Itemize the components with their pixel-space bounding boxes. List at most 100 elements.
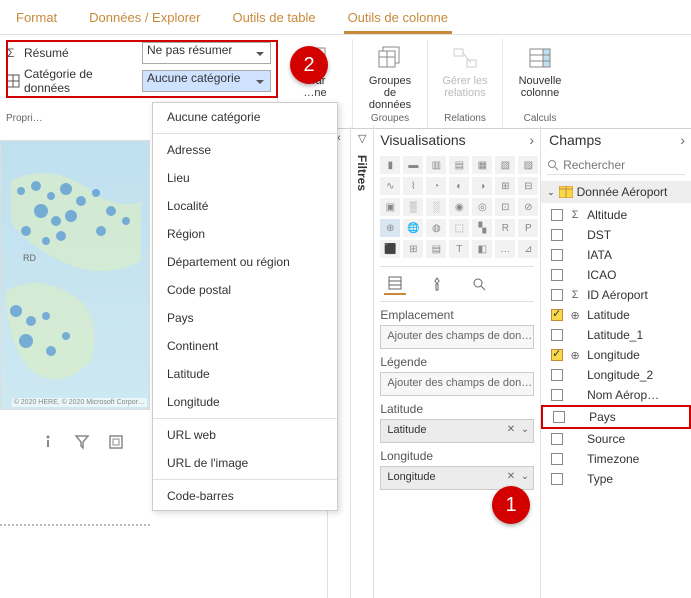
field-checkbox[interactable] bbox=[551, 309, 563, 321]
viz-type-16[interactable]: ░ bbox=[426, 198, 446, 216]
viz-type-7[interactable]: ∿ bbox=[380, 177, 400, 195]
viz-type-22[interactable]: 🌐 bbox=[403, 219, 423, 237]
info-icon[interactable] bbox=[40, 434, 56, 450]
dropdown-item-code-barres[interactable]: Code-barres bbox=[153, 482, 337, 510]
viz-type-28[interactable]: ⬛ bbox=[380, 240, 400, 258]
dropdown-item-adresse[interactable]: Adresse bbox=[153, 136, 337, 164]
viz-type-8[interactable]: ⌇ bbox=[403, 177, 423, 195]
field-timezone[interactable]: Timezone bbox=[541, 449, 691, 469]
field-checkbox[interactable] bbox=[551, 329, 563, 341]
analytics-tab[interactable] bbox=[468, 273, 490, 295]
viz-type-19[interactable]: ⊡ bbox=[495, 198, 515, 216]
fields-search[interactable]: Rechercher bbox=[547, 156, 685, 175]
dropdown-item-url-web[interactable]: URL web bbox=[153, 421, 337, 449]
field-checkbox[interactable] bbox=[551, 453, 563, 465]
field-checkbox[interactable] bbox=[551, 289, 563, 301]
viz-type-31[interactable]: T bbox=[449, 240, 469, 258]
field-checkbox[interactable] bbox=[551, 369, 563, 381]
viz-type-20[interactable]: ⊘ bbox=[518, 198, 538, 216]
field-longitude-[interactable]: Longitude_2 bbox=[541, 365, 691, 385]
viz-type-34[interactable]: ⊿ bbox=[518, 240, 538, 258]
viz-type-1[interactable]: ▬ bbox=[403, 156, 423, 174]
field-latitude[interactable]: ⊕Latitude bbox=[541, 305, 691, 325]
viz-type-11[interactable]: ◑ bbox=[472, 177, 492, 195]
new-column-button[interactable]: Nouvelle colonne bbox=[511, 41, 569, 101]
viz-type-2[interactable]: ▥ bbox=[426, 156, 446, 174]
emplacement-well[interactable]: Ajouter des champs de don… bbox=[380, 325, 534, 349]
filters-rail[interactable]: ▽ Filtres bbox=[350, 126, 373, 598]
field-nom-a-rop-[interactable]: Nom Aérop… bbox=[541, 385, 691, 405]
viz-type-6[interactable]: ▨ bbox=[518, 156, 538, 174]
viz-type-29[interactable]: ⊞ bbox=[403, 240, 423, 258]
focus-icon[interactable] bbox=[108, 434, 124, 450]
viz-type-26[interactable]: R bbox=[495, 219, 515, 237]
field-checkbox[interactable] bbox=[551, 433, 563, 445]
format-tab[interactable] bbox=[426, 273, 448, 295]
close-icon[interactable]: ✕ bbox=[507, 471, 515, 482]
field-checkbox[interactable] bbox=[551, 249, 563, 261]
field-longitude[interactable]: ⊕Longitude bbox=[541, 345, 691, 365]
viz-type-14[interactable]: ▣ bbox=[380, 198, 400, 216]
viz-type-5[interactable]: ▧ bbox=[495, 156, 515, 174]
dropdown-item-pays[interactable]: Pays bbox=[153, 304, 337, 332]
viz-type-30[interactable]: ▤ bbox=[426, 240, 446, 258]
tab-data-explore[interactable]: Données / Explorer bbox=[85, 4, 204, 34]
chevron-right-icon[interactable]: › bbox=[680, 132, 685, 148]
data-groups-button[interactable]: Groupes de données bbox=[361, 41, 419, 113]
table-header[interactable]: ⌄ Donnée Aéroport bbox=[541, 181, 691, 203]
field-checkbox[interactable] bbox=[551, 473, 563, 485]
tab-table-tools[interactable]: Outils de table bbox=[228, 4, 319, 34]
field-type[interactable]: Type bbox=[541, 469, 691, 489]
dropdown-item-r-gion[interactable]: Région bbox=[153, 220, 337, 248]
field-checkbox[interactable] bbox=[551, 269, 563, 281]
chevron-right-icon[interactable]: › bbox=[529, 132, 534, 148]
field-checkbox[interactable] bbox=[551, 349, 563, 361]
latitude-well[interactable]: Latitude✕⌄ bbox=[380, 419, 534, 443]
legende-well[interactable]: Ajouter des champs de don… bbox=[380, 372, 534, 396]
dropdown-item-code-postal[interactable]: Code postal bbox=[153, 276, 337, 304]
field-icao[interactable]: ICAO bbox=[541, 265, 691, 285]
viz-type-17[interactable]: ◉ bbox=[449, 198, 469, 216]
map-visual[interactable]: RD © 2020 HERE, © 2020 Microsoft Corpor… bbox=[0, 140, 150, 410]
chevron-down-icon[interactable]: ⌄ bbox=[521, 471, 529, 482]
viz-type-15[interactable]: ▒ bbox=[403, 198, 423, 216]
dropdown-item-lieu[interactable]: Lieu bbox=[153, 164, 337, 192]
viz-type-32[interactable]: ◧ bbox=[472, 240, 492, 258]
dropdown-item-url-de-l-image[interactable]: URL de l'image bbox=[153, 449, 337, 477]
field-iata[interactable]: IATA bbox=[541, 245, 691, 265]
dropdown-item-latitude[interactable]: Latitude bbox=[153, 360, 337, 388]
field-pays[interactable]: Pays bbox=[541, 405, 691, 429]
field-checkbox[interactable] bbox=[551, 209, 563, 221]
filter-icon[interactable] bbox=[74, 434, 90, 450]
field-altitude[interactable]: ΣAltitude bbox=[541, 205, 691, 225]
chevron-down-icon[interactable]: ⌄ bbox=[521, 424, 529, 435]
viz-type-25[interactable]: ▚ bbox=[472, 219, 492, 237]
viz-type-33[interactable]: … bbox=[495, 240, 515, 258]
viz-type-13[interactable]: ⊟ bbox=[518, 177, 538, 195]
viz-type-10[interactable]: ◐ bbox=[449, 177, 469, 195]
fields-tab[interactable] bbox=[384, 273, 406, 295]
viz-type-24[interactable]: ⬚ bbox=[449, 219, 469, 237]
field-checkbox[interactable] bbox=[553, 411, 565, 423]
dropdown-item-longitude[interactable]: Longitude bbox=[153, 388, 337, 416]
viz-type-0[interactable]: ▮ bbox=[380, 156, 400, 174]
viz-type-23[interactable]: ◍ bbox=[426, 219, 446, 237]
dropdown-item-localit-[interactable]: Localité bbox=[153, 192, 337, 220]
close-icon[interactable]: ✕ bbox=[507, 424, 515, 435]
dropdown-item-d-partement-ou-r-gion[interactable]: Département ou région bbox=[153, 248, 337, 276]
field-checkbox[interactable] bbox=[551, 229, 563, 241]
tab-format[interactable]: Format bbox=[12, 4, 61, 34]
field-source[interactable]: Source bbox=[541, 429, 691, 449]
viz-type-9[interactable]: ◔ bbox=[426, 177, 446, 195]
field-checkbox[interactable] bbox=[551, 389, 563, 401]
field-dst[interactable]: DST bbox=[541, 225, 691, 245]
viz-type-3[interactable]: ▤ bbox=[449, 156, 469, 174]
viz-type-27[interactable]: P bbox=[518, 219, 538, 237]
viz-type-4[interactable]: ▦ bbox=[472, 156, 492, 174]
viz-type-12[interactable]: ⊞ bbox=[495, 177, 515, 195]
viz-type-18[interactable]: ◎ bbox=[472, 198, 492, 216]
tab-column-tools[interactable]: Outils de colonne bbox=[344, 4, 452, 34]
dropdown-item-continent[interactable]: Continent bbox=[153, 332, 337, 360]
field-id-a-roport[interactable]: ΣID Aéroport bbox=[541, 285, 691, 305]
dropdown-item-aucune-cat-gorie[interactable]: Aucune catégorie bbox=[153, 103, 337, 131]
